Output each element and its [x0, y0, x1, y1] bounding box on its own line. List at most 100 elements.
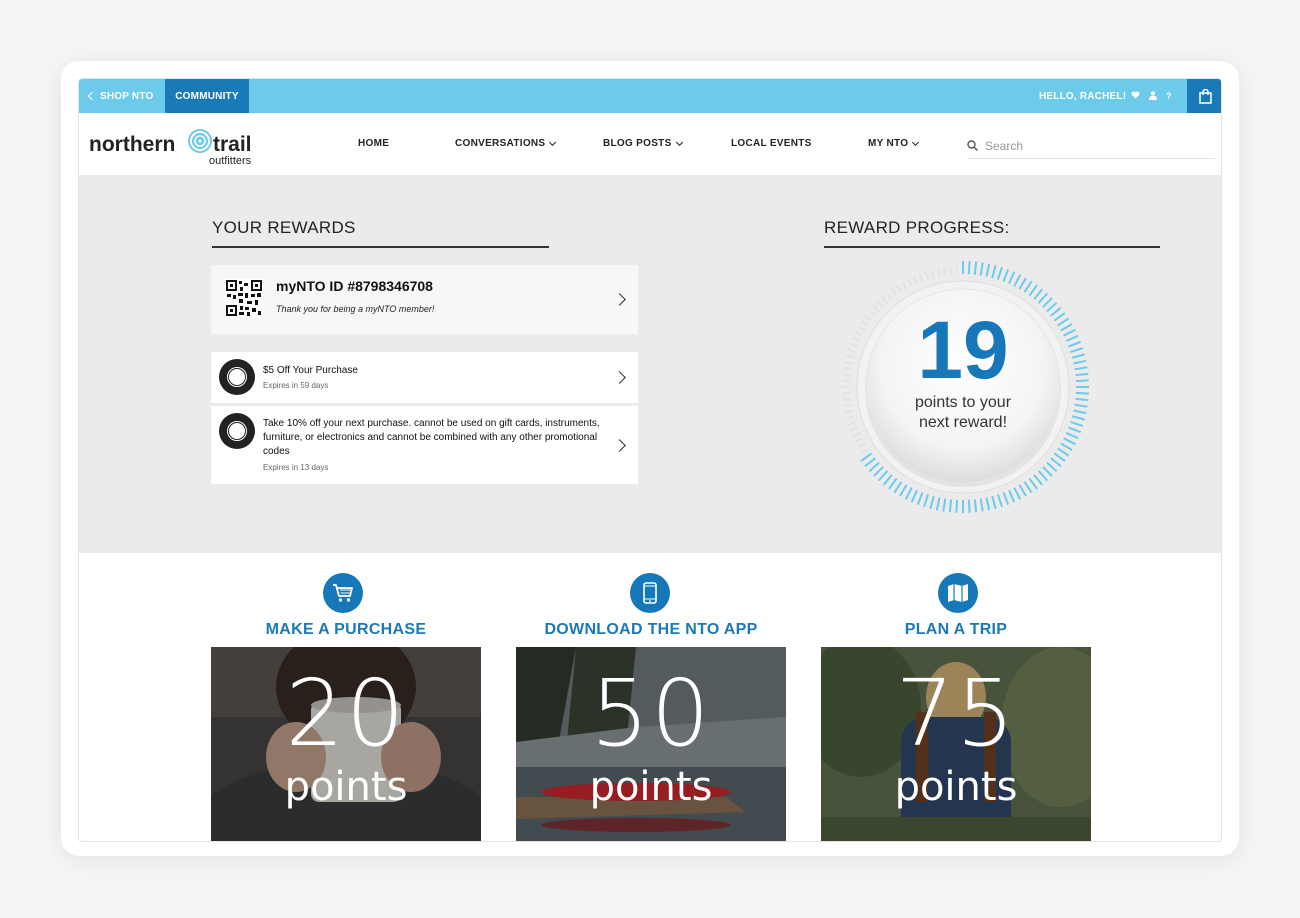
progress-tick — [1063, 437, 1076, 446]
phone-icon — [630, 573, 670, 613]
progress-tick — [901, 281, 908, 290]
member-id: myNTO ID #8798346708 — [276, 278, 433, 294]
progress-tick — [991, 495, 997, 509]
user-icon[interactable] — [1149, 90, 1157, 102]
progress-tick — [854, 437, 863, 443]
nav-home[interactable]: HOME — [358, 138, 389, 149]
coupon-card-2[interactable]: Take 10% off your next purchase. cannot … — [211, 406, 638, 484]
progress-tick — [985, 263, 991, 277]
nav-blog-posts[interactable]: BLOG POSTS — [603, 138, 683, 149]
points-caption-line2: next reward! — [918, 414, 1008, 431]
progress-tick — [996, 266, 1003, 280]
logo-word-trail: trail — [213, 133, 252, 156]
progress-tick — [1028, 477, 1038, 490]
progress-tick — [1042, 297, 1053, 308]
cart-icon — [323, 573, 363, 613]
progress-tick — [1065, 432, 1079, 440]
progress-tick — [1013, 487, 1022, 500]
progress-tick — [891, 288, 898, 297]
nav-conversations[interactable]: CONVERSATIONS — [455, 138, 557, 149]
community-tab[interactable]: COMMUNITY — [165, 79, 249, 113]
progress-tick — [1053, 452, 1066, 462]
progress-tick — [948, 499, 953, 513]
search-bar — [967, 133, 1215, 159]
progress-tick — [943, 267, 947, 276]
progress-tick — [1037, 470, 1049, 482]
points-caption: points to your next reward! — [835, 393, 1091, 433]
progress-tick — [967, 499, 971, 513]
progress-tick — [1008, 271, 1016, 285]
earn-points: 20 — [285, 660, 407, 767]
progress-tick — [929, 495, 935, 509]
progress-tick — [1002, 492, 1010, 505]
progress-tick — [881, 296, 889, 304]
nav-local-events-label: LOCAL EVENTS — [731, 138, 812, 149]
member-note: Thank you for being a myNTO member! — [276, 304, 435, 314]
progress-tick — [979, 262, 984, 276]
progress-tick — [1033, 474, 1044, 486]
heart-icon[interactable] — [1131, 91, 1140, 101]
earn-points: 75 — [895, 660, 1017, 767]
progress-tick — [896, 284, 903, 293]
earn-points-unit: points — [589, 764, 713, 810]
progress-tick — [868, 461, 880, 473]
coupon-title: $5 Off Your Purchase — [263, 365, 358, 376]
search-input[interactable] — [985, 138, 1185, 153]
progress-tick — [910, 489, 918, 503]
member-id-card[interactable]: myNTO ID #8798346708 Thank you for being… — [211, 265, 638, 334]
progress-tick — [888, 477, 898, 490]
earn-tile: 50 points — [516, 647, 786, 841]
shop-nto-link[interactable]: SHOP NTO — [79, 79, 165, 113]
progress-tick — [886, 292, 893, 300]
progress-tick — [1023, 280, 1033, 293]
progress-tick — [1018, 484, 1027, 497]
coupon-badge-icon — [219, 413, 255, 449]
coupon-card-1[interactable]: $5 Off Your Purchase Expires in 59 days — [211, 352, 638, 403]
nto-logo[interactable]: northern trail outfitters — [89, 127, 261, 172]
map-icon — [938, 573, 978, 613]
nav-conversations-label: CONVERSATIONS — [455, 138, 546, 149]
main-nav: northern trail outfitters HOME CONVERSAT… — [79, 113, 1221, 175]
progress-tick — [1013, 274, 1022, 287]
nav-home-label: HOME — [358, 138, 390, 149]
progress-tick — [1033, 288, 1044, 300]
progress-tick — [973, 261, 978, 275]
progress-tick — [924, 271, 930, 280]
logo-tagline: outfitters — [209, 155, 252, 167]
progress-tick — [1042, 466, 1053, 477]
help-icon[interactable]: ? — [1166, 91, 1172, 101]
nav-my-nto-label: MY NTO — [868, 138, 909, 149]
coupon-title: Take 10% off your next purchase. cannot … — [263, 418, 600, 457]
progress-tick — [857, 442, 866, 449]
progress-tick — [935, 497, 941, 511]
earn-tile: 20 points — [211, 647, 481, 841]
nav-local-events[interactable]: LOCAL EVENTS — [731, 138, 812, 149]
shopping-bag-icon — [1198, 88, 1212, 104]
search-icon — [967, 140, 978, 151]
chevron-right-icon — [613, 293, 626, 306]
progress-tick — [893, 481, 903, 494]
progress-tick — [852, 432, 861, 438]
progress-tick — [979, 498, 984, 512]
earn-tile: 75 points — [821, 647, 1091, 841]
chevron-down-icon — [912, 138, 920, 146]
earn-label: MAKE A PURCHASE — [265, 621, 427, 638]
progress-tick — [1002, 269, 1010, 282]
progress-tick — [860, 447, 869, 454]
progress-tick — [1023, 481, 1033, 494]
nav-blog-posts-label: BLOG POSTS — [603, 138, 672, 149]
top-utility-bar: SHOP NTO COMMUNITY HELLO, RACHEL! ? — [79, 79, 1221, 113]
progress-tick — [912, 276, 918, 285]
nav-my-nto[interactable]: MY NTO — [868, 138, 920, 149]
progress-tick — [1037, 292, 1049, 304]
progress-tick — [918, 273, 924, 282]
progress-tick — [916, 492, 924, 505]
progress-tick — [967, 261, 971, 275]
cart-button[interactable] — [1187, 79, 1221, 113]
points-remaining: 19 — [917, 305, 1009, 396]
progress-tick — [873, 466, 884, 477]
progress-tick — [996, 494, 1003, 508]
progress-tick — [876, 300, 884, 308]
your-rewards-heading: YOUR REWARDS — [212, 218, 549, 248]
points-caption-line1: points to your — [914, 394, 1012, 411]
